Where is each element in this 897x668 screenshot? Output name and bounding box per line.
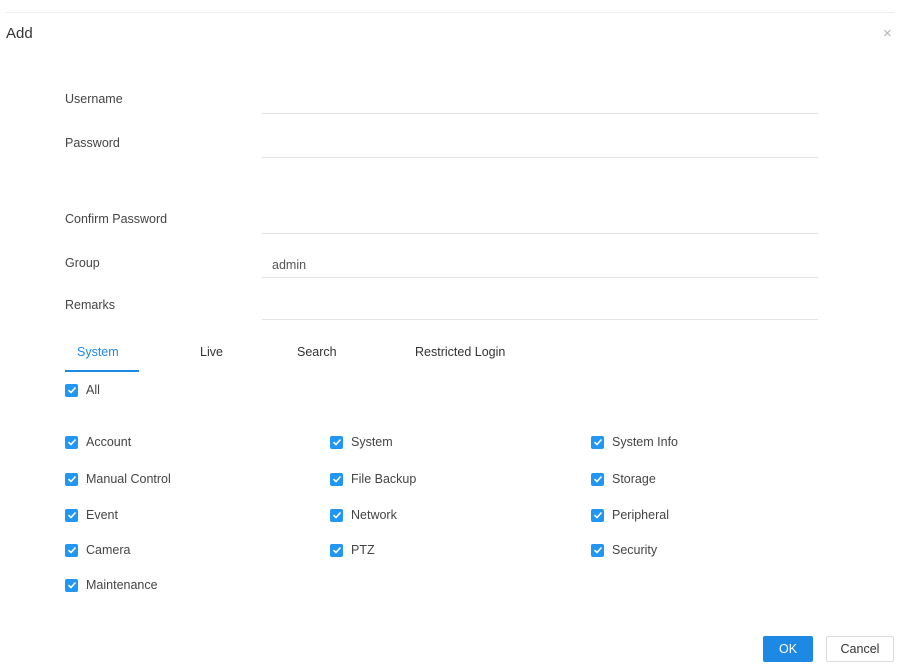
checkbox-checked-icon (591, 435, 604, 449)
checkbox-checked-icon (65, 435, 78, 449)
checkbox-label: Event (86, 508, 118, 522)
tab-search[interactable]: Search (297, 345, 337, 359)
checkbox-checked-icon (65, 578, 78, 592)
checkbox-label: System Info (612, 435, 678, 449)
checkbox-label: Peripheral (612, 508, 669, 522)
checkbox-maintenance[interactable]: Maintenance (65, 578, 158, 592)
checkbox-file-backup[interactable]: File Backup (330, 472, 416, 486)
dialog-title: Add (6, 25, 33, 42)
group-label: Group (65, 256, 100, 270)
checkbox-label: Storage (612, 472, 656, 486)
checkbox-network[interactable]: Network (330, 508, 397, 522)
checkbox-label: All (86, 383, 100, 397)
remarks-input[interactable] (272, 300, 812, 316)
checkbox-storage[interactable]: Storage (591, 472, 656, 486)
checkbox-camera[interactable]: Camera (65, 543, 130, 557)
checkbox-label: Account (86, 435, 132, 449)
checkbox-ptz[interactable]: PTZ (330, 543, 375, 557)
username-field[interactable] (262, 86, 818, 114)
tab-system[interactable]: System (77, 345, 119, 359)
checkbox-manual-control[interactable]: Manual Control (65, 472, 171, 486)
checkbox-checked-icon (591, 508, 604, 522)
username-input[interactable] (272, 94, 812, 110)
permission-tabs: System Live Search Restricted Login (65, 342, 825, 372)
checkbox-label: PTZ (351, 543, 375, 557)
checkbox-label: Manual Control (86, 472, 171, 486)
checkbox-checked-icon (330, 543, 343, 557)
tab-restricted-login[interactable]: Restricted Login (415, 345, 505, 359)
add-user-dialog: Add × Username Password Confirm Password… (0, 0, 897, 668)
username-label: Username (65, 92, 123, 106)
checkbox-account[interactable]: Account (65, 435, 131, 449)
password-input[interactable] (272, 138, 812, 154)
checkbox-label: File Backup (351, 472, 417, 486)
password-field[interactable] (262, 130, 818, 158)
confirm-password-input[interactable] (272, 214, 812, 230)
checkbox-all[interactable]: All (65, 383, 100, 397)
checkbox-label: Camera (86, 543, 131, 557)
checkbox-label: Maintenance (86, 578, 158, 592)
checkbox-label: Security (612, 543, 658, 557)
ok-button[interactable]: OK (763, 636, 813, 662)
checkbox-label: System (351, 435, 393, 449)
confirm-password-field[interactable] (262, 206, 818, 234)
tab-live[interactable]: Live (200, 345, 223, 359)
group-select[interactable]: admin (262, 250, 818, 278)
checkbox-system[interactable]: System (330, 435, 393, 449)
active-tab-indicator (65, 370, 139, 372)
cancel-button[interactable]: Cancel (826, 636, 894, 662)
checkbox-event[interactable]: Event (65, 508, 118, 522)
checkbox-checked-icon (591, 472, 604, 486)
checkbox-checked-icon (330, 472, 343, 486)
checkbox-label: Network (351, 508, 397, 522)
close-icon[interactable]: × (883, 25, 892, 42)
checkbox-checked-icon (330, 435, 343, 449)
checkbox-checked-icon (65, 508, 78, 522)
checkbox-system-info[interactable]: System Info (591, 435, 678, 449)
checkbox-checked-icon (65, 472, 78, 486)
checkbox-checked-icon (330, 508, 343, 522)
checkbox-checked-icon (65, 543, 78, 557)
remarks-label: Remarks (65, 298, 116, 312)
checkbox-checked-icon (591, 543, 604, 557)
confirm-password-label: Confirm Password (65, 212, 168, 226)
remarks-field[interactable] (262, 292, 818, 320)
checkbox-security[interactable]: Security (591, 543, 657, 557)
checkbox-peripheral[interactable]: Peripheral (591, 508, 669, 522)
checkbox-checked-icon (65, 383, 78, 397)
password-label: Password (65, 136, 120, 150)
dialog-top-border (6, 12, 894, 13)
